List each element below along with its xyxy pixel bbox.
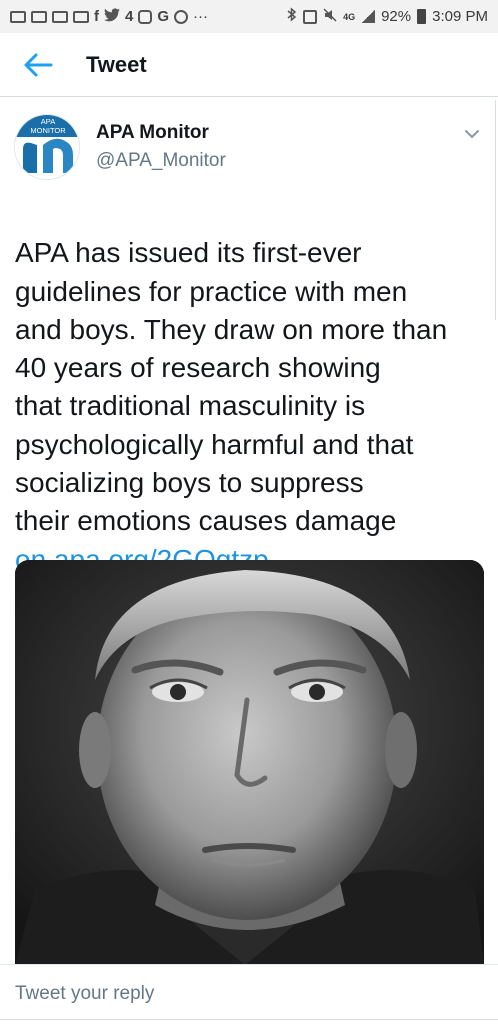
status-bar: f 4 G ··· 4G 92% 3:09 PM xyxy=(0,0,498,33)
svg-text:APA: APA xyxy=(41,117,55,126)
apa-monitor-logo: APA MONITOR xyxy=(15,115,79,179)
reply-underline xyxy=(0,1019,498,1020)
battery-percent: 92% xyxy=(381,8,412,25)
facebook-icon: f xyxy=(94,8,99,25)
system-icons: 4G 92% 3:09 PM xyxy=(287,7,488,26)
tweet-media-image[interactable] xyxy=(15,560,484,965)
mail-icon xyxy=(10,10,26,23)
avatar[interactable]: APA MONITOR xyxy=(14,114,80,180)
clock: 3:09 PM xyxy=(432,8,488,25)
4-icon: 4 xyxy=(125,8,134,25)
tweet-header: APA MONITOR APA Monitor @APA_Monitor xyxy=(0,110,498,188)
reply-input[interactable]: Tweet your reply xyxy=(15,983,154,1005)
chat-icon xyxy=(174,9,189,24)
notification-icons: f 4 G ··· xyxy=(10,7,209,26)
tweet-text: APA has issued its first-ever guidelines… xyxy=(15,237,448,537)
display-name[interactable]: APA Monitor xyxy=(96,122,209,144)
bluetooth-icon xyxy=(287,7,297,26)
mute-icon xyxy=(323,7,337,26)
signal-icon xyxy=(361,10,376,23)
portrait-photo xyxy=(15,560,484,965)
gallery-icon xyxy=(73,10,89,23)
instagram-icon xyxy=(138,9,153,24)
app-bar: Tweet xyxy=(0,33,498,97)
battery-icon xyxy=(417,9,427,24)
svg-text:MONITOR: MONITOR xyxy=(30,126,66,135)
more-icon: ··· xyxy=(193,8,209,25)
back-button[interactable] xyxy=(8,33,68,97)
nfc-icon xyxy=(303,9,318,24)
chevron-down-icon xyxy=(465,130,479,139)
g-icon: G xyxy=(157,8,170,25)
twitter-icon xyxy=(104,7,120,26)
page-title: Tweet xyxy=(86,51,147,77)
reply-bar: Tweet your reply xyxy=(0,964,498,1024)
arrow-left-icon xyxy=(24,53,53,76)
user-handle[interactable]: @APA_Monitor xyxy=(96,150,226,172)
gallery-icon xyxy=(31,10,47,23)
network-type: 4G xyxy=(343,11,356,22)
gallery-icon xyxy=(52,10,68,23)
tweet-body: APA has issued its first-ever guidelines… xyxy=(15,196,485,617)
tweet-options-button[interactable] xyxy=(460,122,484,146)
